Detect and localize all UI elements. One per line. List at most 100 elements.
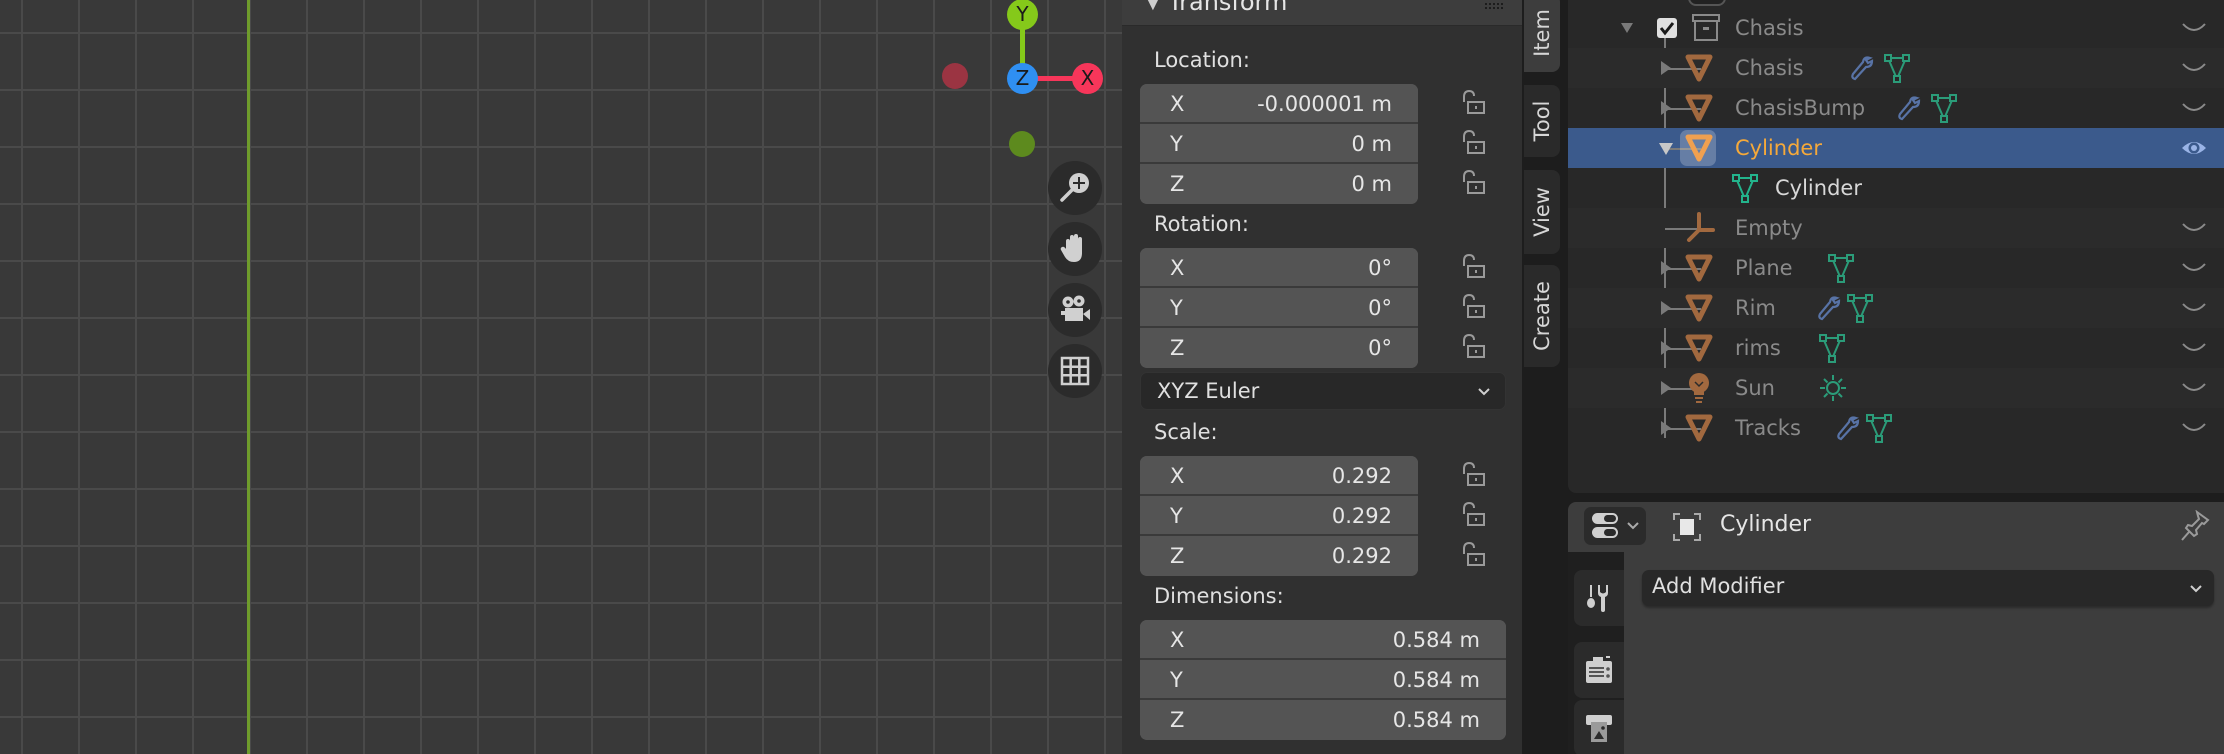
modifier-wrench-icon[interactable]: [1850, 54, 1876, 82]
modifier-wrench-icon[interactable]: [1897, 94, 1923, 122]
outliner-row-chasis[interactable]: Chasis: [1568, 48, 2224, 88]
eye-closed-icon[interactable]: [2180, 416, 2208, 440]
outliner[interactable]: Chasis Chasis ChasisBump Cylinder Cylind…: [1568, 0, 2224, 493]
eye-closed-icon[interactable]: [2180, 376, 2208, 400]
rotation-label: Rotation:: [1154, 212, 1249, 236]
tab-modifiers[interactable]: [1574, 570, 1624, 626]
outliner-row-plane[interactable]: Plane: [1568, 248, 2224, 288]
outliner-row-cylinder-mesh-data[interactable]: Cylinder: [1568, 168, 2224, 208]
scale-fields: X 0.292 Y 0.292 Z 0.292: [1140, 456, 1418, 576]
scale-y-field[interactable]: Y 0.292: [1140, 496, 1418, 536]
3d-viewport[interactable]: Y Z X: [0, 0, 1122, 754]
lock-rotation-y-icon[interactable]: [1458, 292, 1488, 322]
scale-label: Scale:: [1154, 420, 1218, 444]
exclude-checkbox[interactable]: [1657, 18, 1677, 38]
expand-triangle-icon[interactable]: [1620, 21, 1634, 35]
mesh-object-icon: [1685, 134, 1713, 162]
chevron-down-icon: [1627, 522, 1639, 530]
zoom-button[interactable]: [1048, 161, 1102, 215]
location-y-field[interactable]: Y0 m: [1140, 124, 1418, 164]
lock-location-x-icon[interactable]: [1458, 88, 1488, 118]
outliner-row-rim[interactable]: Rim: [1568, 288, 2224, 328]
ortho-toggle-button[interactable]: [1048, 344, 1102, 398]
rotation-x-field[interactable]: X 0°: [1140, 248, 1418, 288]
eye-open-icon[interactable]: [2180, 136, 2208, 160]
tab-create[interactable]: Create: [1524, 265, 1560, 367]
collapse-arrow-icon[interactable]: [1658, 142, 1674, 156]
location-z-field[interactable]: Z0 m: [1140, 164, 1418, 204]
gizmo-z[interactable]: Z: [1007, 63, 1038, 94]
outliner-row-chasisbump[interactable]: ChasisBump: [1568, 88, 2224, 128]
eye-closed-icon[interactable]: [2180, 56, 2208, 80]
eye-closed-icon[interactable]: [2180, 336, 2208, 360]
eye-closed-icon[interactable]: [2180, 256, 2208, 280]
rotation-mode-dropdown[interactable]: XYZ Euler: [1140, 372, 1506, 410]
outliner-row-tracks[interactable]: Tracks: [1568, 408, 2224, 448]
lock-rotation-x-icon[interactable]: [1458, 252, 1488, 282]
rotation-y-field[interactable]: Y 0°: [1140, 288, 1418, 328]
mesh-data-icon[interactable]: [1931, 93, 1957, 123]
chevron-down-icon: [2190, 585, 2202, 593]
lock-scale-y-icon[interactable]: [1458, 500, 1488, 530]
collection-icon: [1692, 14, 1720, 41]
outliner-row-empty[interactable]: Empty: [1568, 208, 2224, 248]
tab-item[interactable]: Item: [1524, 0, 1560, 72]
dimensions-z-field[interactable]: Z 0.584 m: [1140, 700, 1506, 740]
lock-rotation-z-icon[interactable]: [1458, 332, 1488, 362]
camera-view-button[interactable]: [1048, 283, 1102, 337]
lock-location-z-icon[interactable]: [1458, 168, 1488, 198]
lock-location-y-icon[interactable]: [1458, 128, 1488, 158]
mesh-data-icon[interactable]: [1866, 413, 1892, 443]
eye-closed-icon[interactable]: [2180, 96, 2208, 120]
outliner-row-sun[interactable]: Sun: [1568, 368, 2224, 408]
outliner-row-rims[interactable]: rims: [1568, 328, 2224, 368]
modifiers-panel: Add Modifier: [1624, 552, 2224, 754]
eye-closed-icon[interactable]: [2180, 16, 2208, 40]
tab-physics[interactable]: [1574, 700, 1624, 754]
wrench-screwdriver-icon: [1587, 585, 1608, 612]
pin-icon[interactable]: [2180, 510, 2210, 542]
eye-closed-icon[interactable]: [2180, 296, 2208, 320]
expand-arrow-icon[interactable]: [1660, 340, 1672, 356]
location-x-field[interactable]: X -0.000001 m: [1140, 84, 1418, 124]
transform-panel-header[interactable]: ▼ Transform: [1122, 0, 1522, 26]
expand-arrow-icon[interactable]: [1660, 380, 1672, 396]
gizmo-neg-x[interactable]: [942, 63, 968, 89]
collapse-triangle-icon: ▼: [1146, 0, 1160, 13]
drag-handle-icon[interactable]: [1484, 2, 1504, 10]
tab-tool[interactable]: Tool: [1524, 85, 1560, 157]
lock-scale-z-icon[interactable]: [1458, 540, 1488, 570]
gizmo-neg-y[interactable]: [1009, 131, 1035, 157]
add-modifier-dropdown[interactable]: Add Modifier: [1642, 570, 2214, 606]
modifier-wrench-icon[interactable]: [1817, 294, 1843, 322]
outliner-row-collection-chasis[interactable]: Chasis: [1568, 8, 2224, 48]
expand-arrow-icon[interactable]: [1660, 300, 1672, 316]
lock-scale-x-icon[interactable]: [1458, 460, 1488, 490]
dimensions-y-field[interactable]: Y 0.584 m: [1140, 660, 1506, 700]
expand-arrow-icon[interactable]: [1660, 420, 1672, 436]
pan-button[interactable]: [1048, 222, 1102, 276]
expand-arrow-icon[interactable]: [1660, 60, 1672, 76]
scale-x-field[interactable]: X 0.292: [1140, 456, 1418, 496]
modifier-wrench-icon[interactable]: [1836, 414, 1862, 442]
mesh-data-icon[interactable]: [1847, 293, 1873, 323]
mesh-data-icon: [1732, 174, 1758, 203]
dimensions-x-field[interactable]: X 0.584 m: [1140, 620, 1506, 660]
sidebar-tabs: Item Tool View Create: [1522, 0, 1568, 754]
outliner-row-cylinder-selected[interactable]: Cylinder: [1568, 128, 2224, 168]
mesh-data-icon[interactable]: [1819, 333, 1845, 363]
gizmo-x[interactable]: X: [1072, 63, 1103, 94]
mesh-data-icon[interactable]: [1828, 253, 1854, 283]
expand-arrow-icon[interactable]: [1660, 260, 1672, 276]
rotation-z-field[interactable]: Z 0°: [1140, 328, 1418, 368]
tab-particles[interactable]: [1574, 642, 1624, 698]
gizmo-y[interactable]: Y: [1007, 0, 1038, 30]
expand-arrow-icon[interactable]: [1660, 100, 1672, 116]
sun-data-icon[interactable]: [1819, 374, 1847, 402]
mesh-object-icon: [1685, 414, 1713, 442]
mesh-data-icon[interactable]: [1884, 53, 1910, 83]
editor-type-button[interactable]: [1584, 507, 1646, 545]
tab-view[interactable]: View: [1524, 170, 1560, 254]
eye-closed-icon[interactable]: [2180, 216, 2208, 240]
scale-z-field[interactable]: Z 0.292: [1140, 536, 1418, 576]
